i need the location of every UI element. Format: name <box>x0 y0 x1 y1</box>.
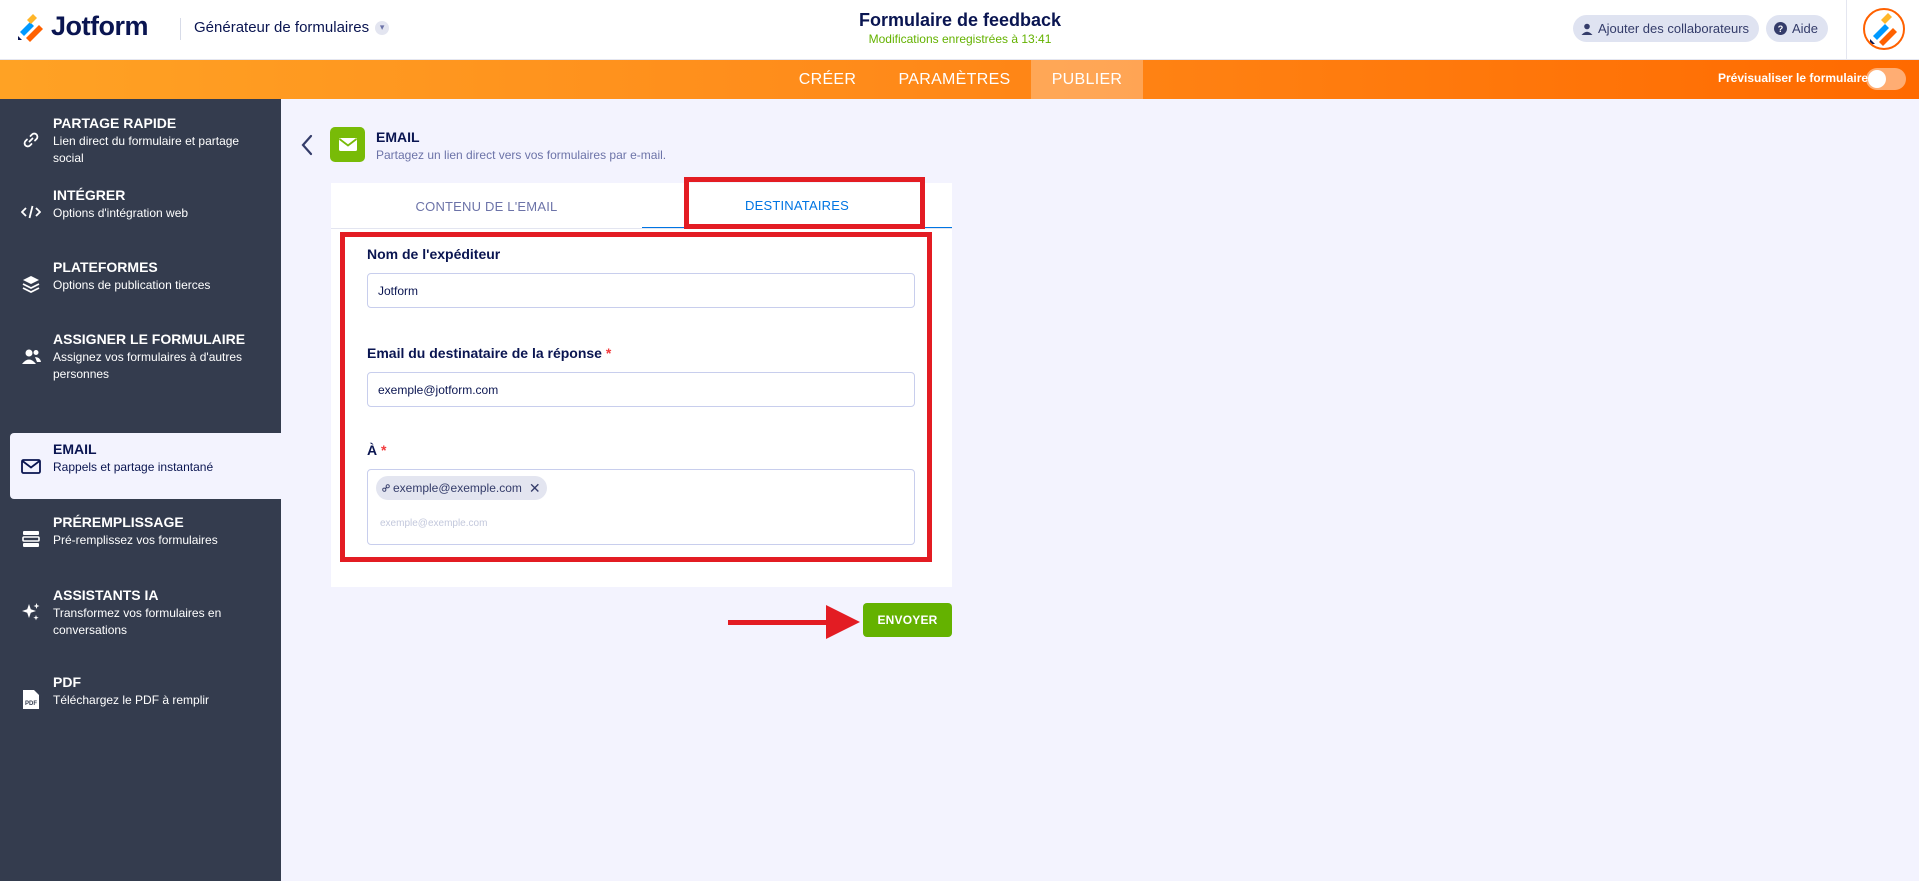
header-divider <box>180 18 181 40</box>
envelope-icon <box>20 455 42 477</box>
avatar-logo-icon <box>1870 13 1897 46</box>
sidebar-item-embed[interactable]: INTÉGRER Options d'intégration web <box>10 179 281 245</box>
builder-nav: CRÉER PARAMÈTRES PUBLIER Prévisualiser l… <box>0 60 1919 99</box>
user-icon <box>1581 23 1593 35</box>
sidebar-item-title: ASSISTANTS IA <box>53 587 159 603</box>
sidebar-item-prefill[interactable]: PRÉREMPLISSAGE Pré-remplissez vos formul… <box>10 506 281 572</box>
avatar[interactable] <box>1863 8 1905 50</box>
save-status: Modifications enregistrées à 13:41 <box>868 32 1052 46</box>
sidebar-item-quick-share[interactable]: PARTAGE RAPIDE Lien direct du formulaire… <box>10 107 281 173</box>
sidebar-item-subtitle: Options de publication tierces <box>53 278 211 292</box>
sidebar-item-assign-form[interactable]: ASSIGNER LE FORMULAIRE Assignez vos form… <box>10 323 281 389</box>
sidebar-item-title: PDF <box>53 674 81 690</box>
sidebar-item-title: ASSIGNER LE FORMULAIRE <box>53 331 246 347</box>
sidebar-item-subtitle: Lien direct du formulaire et partage soc… <box>53 134 240 165</box>
sidebar-item-subtitle: Options d'intégration web <box>53 206 189 220</box>
tab-email-content[interactable]: CONTENU DE L'EMAIL <box>331 183 642 229</box>
help-label: Aide <box>1792 21 1819 36</box>
annotation-arrow-shaft <box>728 620 828 625</box>
pdf-icon: PDF <box>20 688 42 710</box>
add-collaborators-label: Ajouter des collaborateurs <box>1598 21 1750 36</box>
code-icon <box>20 201 42 223</box>
preview-form-label: Prévisualiser le formulaire <box>1718 71 1869 85</box>
form-title[interactable]: Formulaire de feedback <box>760 10 1160 31</box>
sidebar-item-pdf[interactable]: PDF PDF Téléchargez le PDF à remplir <box>10 666 281 732</box>
sidebar-item-title: PARTAGE RAPIDE <box>53 115 177 131</box>
sidebar-item-subtitle: Transformez vos formulaires en conversat… <box>53 606 222 637</box>
preview-toggle[interactable] <box>1866 68 1906 90</box>
sidebar-item-platforms[interactable]: PLATEFORMES Options de publication tierc… <box>10 251 281 317</box>
tab-publish[interactable]: PUBLIER <box>1031 60 1143 99</box>
sidebar-item-title: INTÉGRER <box>53 187 126 203</box>
sidebar-item-email[interactable]: EMAIL Rappels et partage instantané <box>10 433 281 499</box>
jotform-logo[interactable]: Jotform <box>17 11 149 42</box>
tab-create[interactable]: CRÉER <box>790 60 865 99</box>
builder-switcher[interactable]: Générateur de formulaires ▾ <box>194 19 390 36</box>
layers-icon <box>20 273 42 295</box>
sidebar-item-title: EMAIL <box>53 441 97 457</box>
sidebar-item-title: PRÉREMPLISSAGE <box>53 514 184 530</box>
top-header: Jotform Générateur de formulaires ▾ Form… <box>0 0 1919 60</box>
svg-text:?: ? <box>1778 24 1784 34</box>
sidebar-item-subtitle: Pré-remplissez vos formulaires <box>53 533 218 547</box>
logo-text: Jotform <box>51 11 149 41</box>
preview-toggle-knob <box>1868 70 1886 88</box>
tab-settings[interactable]: PARAMÈTRES <box>892 60 1017 99</box>
sparkle-icon <box>20 601 42 623</box>
users-icon <box>20 345 42 367</box>
back-arrow-icon[interactable] <box>300 134 314 162</box>
svg-text:PDF: PDF <box>25 701 37 707</box>
help-button[interactable]: ? Aide <box>1766 15 1829 42</box>
page-title: EMAIL <box>376 129 420 145</box>
add-collaborators-button[interactable]: Ajouter des collaborateurs <box>1573 15 1760 42</box>
link-icon <box>20 129 42 151</box>
chevron-down-icon: ▾ <box>375 20 390 35</box>
builder-label: Générateur de formulaires <box>194 19 370 36</box>
send-button[interactable]: ENVOYER <box>863 603 952 637</box>
prefill-icon <box>20 528 42 550</box>
jotform-logo-icon <box>18 13 43 42</box>
annotation-arrow-head <box>826 605 860 639</box>
sidebar-item-ai-agents[interactable]: ASSISTANTS IA Transformez vos formulaire… <box>10 579 281 645</box>
publish-sidebar: PARTAGE RAPIDE Lien direct du formulaire… <box>0 99 281 881</box>
annotation-highlight-tab <box>684 177 925 229</box>
page-subtitle: Partagez un lien direct vers vos formula… <box>376 148 667 162</box>
sidebar-item-subtitle: Rappels et partage instantané <box>53 460 214 474</box>
sidebar-item-title: PLATEFORMES <box>53 259 158 275</box>
annotation-highlight-form <box>340 232 932 562</box>
header-divider-right <box>1846 0 1847 60</box>
help-icon: ? <box>1774 22 1787 35</box>
sidebar-item-subtitle: Assignez vos formulaires à d'autres pers… <box>53 350 243 381</box>
sidebar-item-subtitle: Téléchargez le PDF à remplir <box>53 693 210 707</box>
email-badge-icon <box>330 127 365 162</box>
